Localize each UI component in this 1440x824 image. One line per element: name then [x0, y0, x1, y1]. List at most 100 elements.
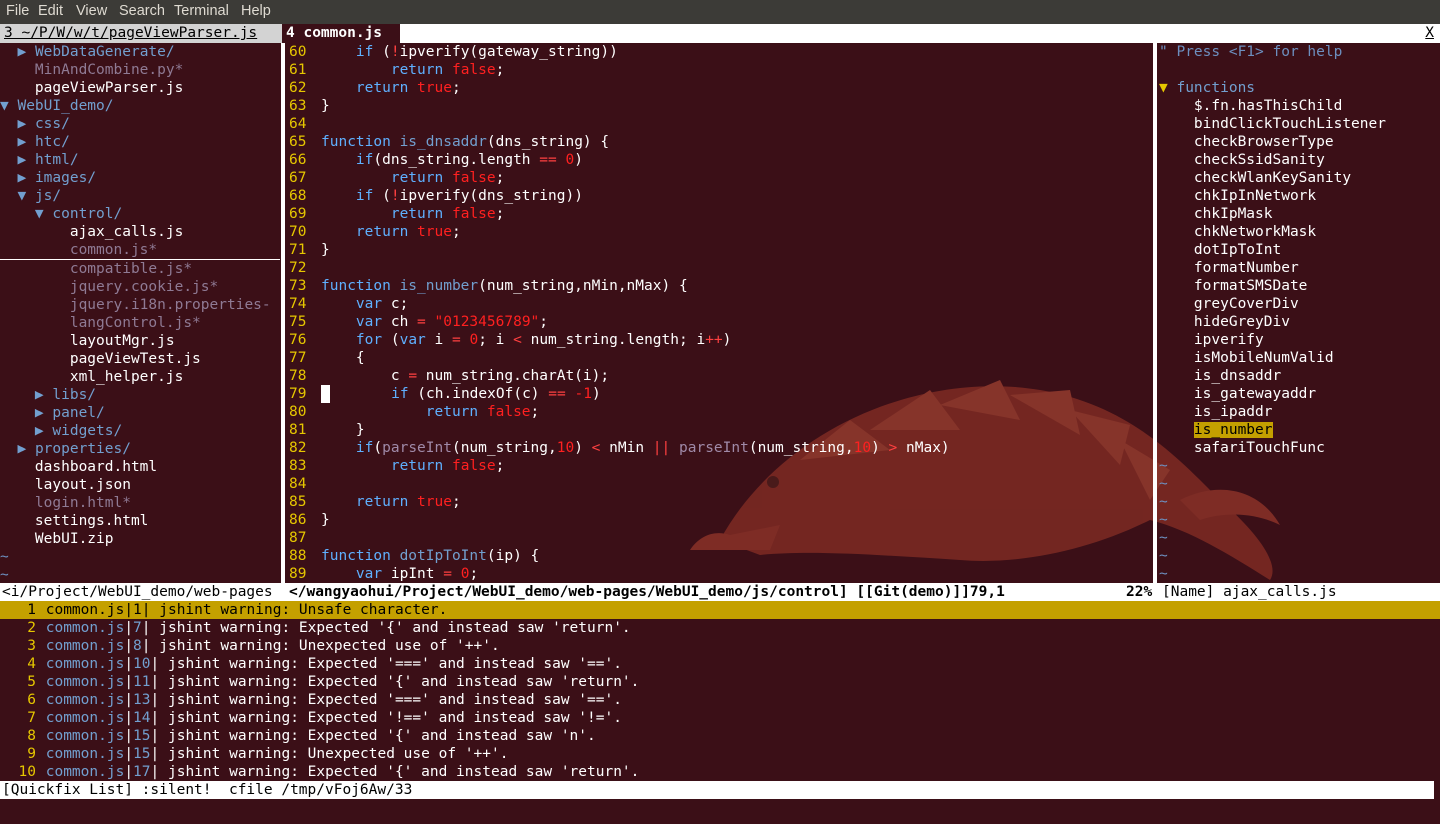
tagbar-function-item[interactable]: checkBrowserType — [1159, 133, 1440, 151]
tagbar-function-item[interactable]: bindClickTouchListener — [1159, 115, 1440, 133]
tree-item-label: images/ — [34, 170, 97, 186]
code-editor-pane[interactable]: 60 if (!ipverify(gateway_string)) 61 retu… — [289, 43, 1151, 583]
menu-help[interactable]: Help — [241, 3, 271, 19]
empty-line-marker: ~ — [1159, 548, 1168, 564]
code-token: return — [390, 458, 444, 474]
menu-terminal[interactable]: Terminal — [174, 3, 229, 19]
tagbar-function-item[interactable]: chkIpInNetwork — [1159, 187, 1440, 205]
tree-dir-item[interactable]: ▼ WebUI_demo/ — [0, 97, 280, 115]
tree-file-item[interactable]: common.js* — [0, 241, 280, 260]
tagbar-functions-header[interactable]: ▼ functions — [1159, 79, 1440, 97]
tree-file-item[interactable]: layout.json — [0, 476, 280, 494]
tagbar-function-item[interactable]: greyCoverDiv — [1159, 295, 1440, 313]
tagbar-function-item[interactable]: formatSMSDate — [1159, 277, 1440, 295]
tree-item-label: pageViewTest.js — [69, 351, 201, 367]
tagbar-function-item[interactable]: is_number — [1159, 421, 1440, 439]
menu-file[interactable]: File — [6, 3, 29, 19]
quickfix-row[interactable]: 4 common.js|10| jshint warning: Expected… — [0, 655, 1440, 673]
line-number: 69 — [289, 206, 307, 222]
tree-dir-item[interactable]: ▶ libs/ — [0, 386, 280, 404]
tree-file-item[interactable]: pageViewTest.js — [0, 350, 280, 368]
collapsed-arrow-icon: ▶ — [17, 152, 35, 168]
tree-file-item[interactable]: settings.html — [0, 512, 280, 530]
code-token: if — [391, 386, 409, 402]
tree-item-label: jquery.cookie.js* — [69, 279, 219, 295]
tagbar-function-item[interactable]: $.fn.hasThisChild — [1159, 97, 1440, 115]
tree-dir-item[interactable]: ▼ control/ — [0, 205, 280, 223]
tagbar-function-item[interactable]: checkSsidSanity — [1159, 151, 1440, 169]
tree-file-item[interactable]: jquery.cookie.js* — [0, 278, 280, 296]
close-tab-button[interactable]: X — [1425, 24, 1434, 43]
tree-file-item[interactable]: dashboard.html — [0, 458, 280, 476]
tagbar-pane[interactable]: " Press <F1> for help ▼ functions $.fn.h… — [1159, 43, 1440, 583]
tree-file-item[interactable]: MinAndCombine.py* — [0, 61, 280, 79]
tree-dir-item[interactable]: ▶ html/ — [0, 151, 280, 169]
tab-common-js[interactable]: 4 common.js — [282, 24, 400, 43]
line-number: 72 — [289, 260, 307, 276]
code-line: 75 var ch = "0123456789"; — [289, 313, 1151, 331]
tree-dir-item[interactable]: ▶ properties/ — [0, 440, 280, 458]
quickfix-file: common.js — [45, 674, 125, 690]
quickfix-line: 14 — [133, 710, 151, 726]
tagbar-function-item[interactable]: dotIpToInt — [1159, 241, 1440, 259]
tagbar-function-item[interactable]: is_dnsaddr — [1159, 367, 1440, 385]
function-name: greyCoverDiv — [1193, 296, 1299, 312]
code-token: (dns_string.length — [373, 152, 540, 168]
line-number: 83 — [289, 458, 307, 474]
tree-file-item[interactable]: ajax_calls.js — [0, 223, 280, 241]
tree-dir-item[interactable]: ▶ panel/ — [0, 404, 280, 422]
menu-search[interactable]: Search — [119, 3, 165, 19]
split-divider-left[interactable] — [281, 43, 285, 583]
tree-item-label: WebUI.zip — [34, 531, 114, 547]
tree-file-item[interactable]: pageViewParser.js — [0, 79, 280, 97]
tree-dir-item[interactable]: ▶ widgets/ — [0, 422, 280, 440]
quickfix-row[interactable]: 2 common.js|7| jshint warning: Expected … — [0, 619, 1440, 637]
tab-pageviewparser[interactable]: 3 ~/P/W/w/t/pageViewParser.js — [0, 24, 282, 43]
menu-view[interactable]: View — [76, 3, 107, 19]
quickfix-list[interactable]: 1 common.js|1| jshint warning: Unsafe ch… — [0, 601, 1440, 781]
quickfix-row[interactable]: 9 common.js|15| jshint warning: Unexpect… — [0, 745, 1440, 763]
tree-file-item[interactable]: WebUI.zip — [0, 530, 280, 548]
code-token: 10 — [853, 440, 872, 456]
tagbar-function-item[interactable]: formatNumber — [1159, 259, 1440, 277]
line-number: 75 — [289, 314, 307, 330]
tree-dir-item[interactable]: ▼ js/ — [0, 187, 280, 205]
collapsed-arrow-icon: ▶ — [17, 134, 35, 150]
tree-dir-item[interactable]: ▶ htc/ — [0, 133, 280, 151]
tagbar-function-item[interactable]: hideGreyDiv — [1159, 313, 1440, 331]
tagbar-function-item[interactable]: is_ipaddr — [1159, 403, 1440, 421]
split-divider-right[interactable] — [1153, 43, 1157, 583]
menu-edit[interactable]: Edit — [38, 3, 63, 19]
quickfix-row[interactable]: 8 common.js|15| jshint warning: Expected… — [0, 727, 1440, 745]
tagbar-function-item[interactable]: chkIpMask — [1159, 205, 1440, 223]
tree-file-item[interactable]: compatible.js* — [0, 260, 280, 278]
tree-file-item[interactable]: login.html* — [0, 494, 280, 512]
tree-dir-item[interactable]: ▶ images/ — [0, 169, 280, 187]
quickfix-row[interactable]: 3 common.js|8| jshint warning: Unexpecte… — [0, 637, 1440, 655]
code-line: 67 return false; — [289, 169, 1151, 187]
quickfix-row[interactable]: 6 common.js|13| jshint warning: Expected… — [0, 691, 1440, 709]
quickfix-message: jshint warning: Expected '{' and instead… — [159, 674, 640, 690]
quickfix-row[interactable]: 5 common.js|11| jshint warning: Expected… — [0, 673, 1440, 691]
tagbar-function-item[interactable]: ipverify — [1159, 331, 1440, 349]
quickfix-row[interactable]: 7 common.js|14| jshint warning: Expected… — [0, 709, 1440, 727]
tagbar-function-item[interactable]: checkWlanKeySanity — [1159, 169, 1440, 187]
collapsed-arrow-icon: ▶ — [17, 170, 35, 186]
tree-dir-item[interactable]: ▶ WebDataGenerate/ — [0, 43, 280, 61]
tagbar-function-item[interactable]: safariTouchFunc — [1159, 439, 1440, 457]
file-tree-pane[interactable]: ▶ WebDataGenerate/ MinAndCombine.py* pag… — [0, 43, 280, 583]
tree-file-item[interactable]: jquery.i18n.properties- — [0, 296, 280, 314]
tagbar-function-item[interactable]: chkNetworkMask — [1159, 223, 1440, 241]
tree-file-item[interactable]: langControl.js* — [0, 314, 280, 332]
tagbar-function-item[interactable]: isMobileNumValid — [1159, 349, 1440, 367]
tree-dir-item[interactable]: ▶ css/ — [0, 115, 280, 133]
tagbar-function-item[interactable]: is_gatewayaddr — [1159, 385, 1440, 403]
expanded-arrow-icon: ▼ — [17, 188, 35, 204]
tree-file-item[interactable]: xml_helper.js — [0, 368, 280, 386]
tree-file-item[interactable]: layoutMgr.js — [0, 332, 280, 350]
quickfix-row[interactable]: 10 common.js|17| jshint warning: Expecte… — [0, 763, 1440, 781]
expanded-arrow-icon: ▼ — [34, 206, 53, 222]
quickfix-row[interactable]: 1 common.js|1| jshint warning: Unsafe ch… — [0, 601, 1440, 619]
quickfix-index: 6 — [27, 692, 36, 708]
